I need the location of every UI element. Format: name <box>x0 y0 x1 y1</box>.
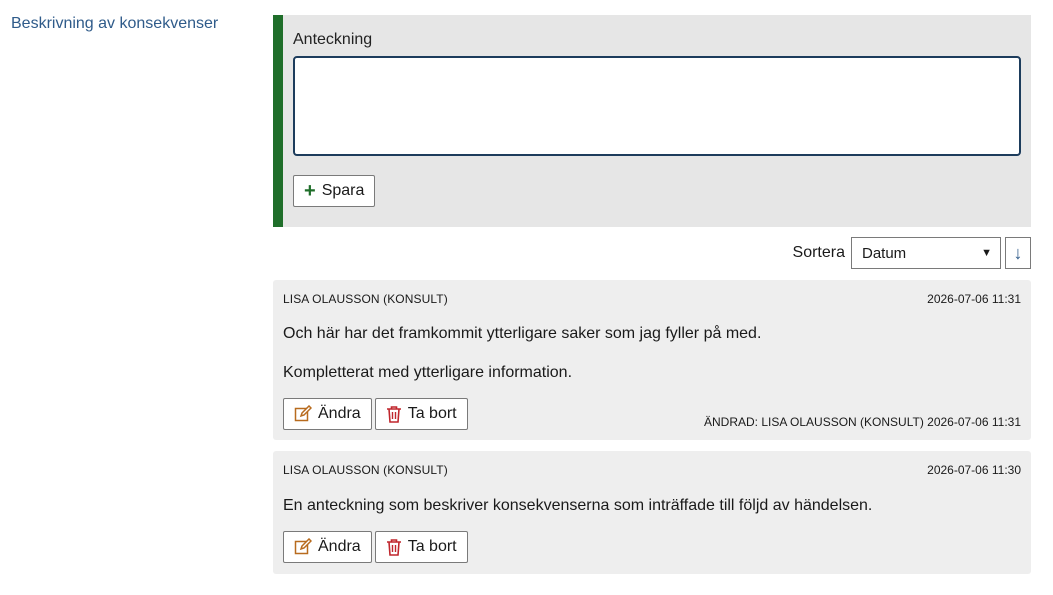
arrow-down-icon: ↓ <box>1013 242 1023 263</box>
delete-button[interactable]: Ta bort <box>374 398 468 430</box>
edit-button[interactable]: Ändra <box>283 398 372 430</box>
note-item: LISA OLAUSSON (KONSULT) 2026-07-06 11:30… <box>273 451 1031 574</box>
delete-button-label: Ta bort <box>407 405 457 422</box>
note-item: LISA OLAUSSON (KONSULT) 2026-07-06 11:31… <box>273 280 1031 440</box>
note-author: LISA OLAUSSON (KONSULT) <box>283 463 448 477</box>
field-label: Beskrivning av konsekvenser <box>11 15 219 32</box>
plus-icon: + <box>304 180 316 202</box>
sort-row: Sortera Datum ▼ ↓ <box>793 237 1031 269</box>
note-timestamp: 2026-07-06 11:31 <box>927 292 1021 306</box>
caret-down-icon: ▼ <box>981 247 992 259</box>
sort-select-value: Datum <box>862 244 907 262</box>
delete-button-label: Ta bort <box>407 538 457 555</box>
trash-icon <box>386 405 402 423</box>
note-editor: Anteckning + Spara <box>273 15 1031 227</box>
edit-button-label: Ändra <box>318 538 361 555</box>
edit-icon <box>294 405 312 423</box>
save-button-label: Spara <box>321 182 365 199</box>
sort-label: Sortera <box>792 244 845 261</box>
note-text: En anteckning som beskriver konsekvenser… <box>283 497 873 514</box>
trash-icon <box>386 538 402 556</box>
sort-direction-button[interactable]: ↓ <box>1005 237 1031 269</box>
note-timestamp: 2026-07-06 11:30 <box>927 463 1021 477</box>
note-author: LISA OLAUSSON (KONSULT) <box>283 292 448 306</box>
note-text: Kompletterat med ytterligare information… <box>283 364 573 381</box>
note-editor-label: Anteckning <box>293 31 373 48</box>
note-text: Och här har det framkommit ytterligare s… <box>283 325 762 342</box>
delete-button[interactable]: Ta bort <box>374 531 468 563</box>
edit-button[interactable]: Ändra <box>283 531 372 563</box>
save-button[interactable]: + Spara <box>293 175 376 207</box>
note-modified: ÄNDRAD: LISA OLAUSSON (KONSULT) 2026-07-… <box>703 415 1021 429</box>
sort-select[interactable]: Datum ▼ <box>851 237 1001 269</box>
edit-icon <box>294 538 312 556</box>
note-textarea[interactable] <box>293 56 1021 156</box>
edit-button-label: Ändra <box>318 405 361 422</box>
